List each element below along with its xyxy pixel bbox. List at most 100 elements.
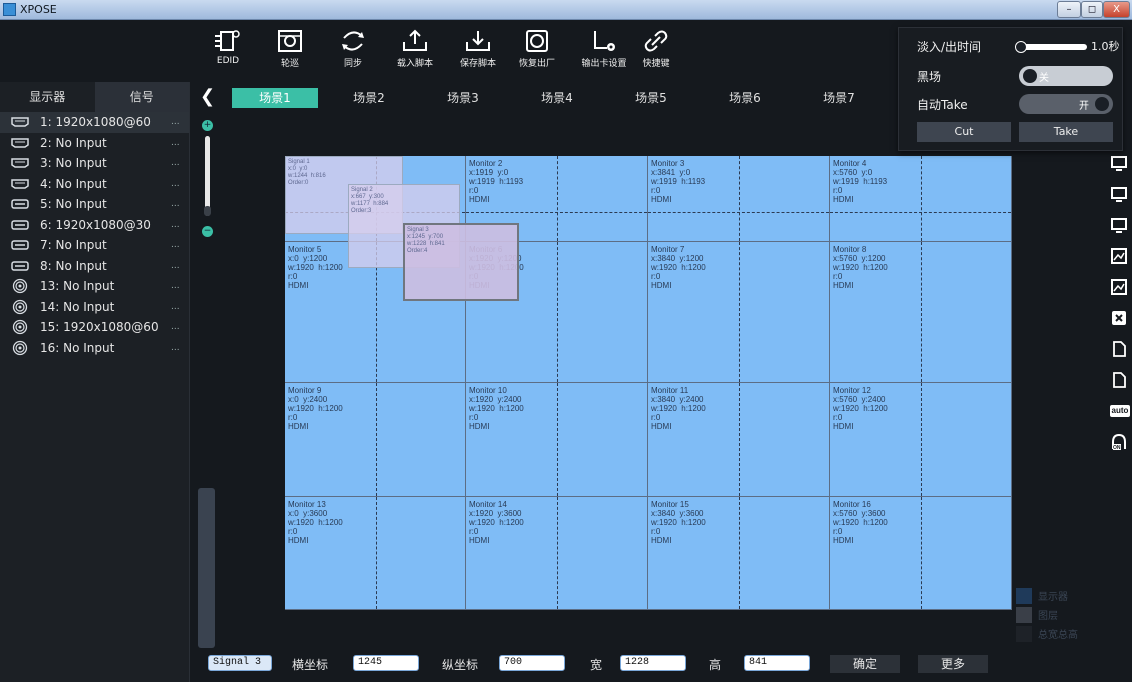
output-card-settings-button[interactable]: 输出卡设置	[574, 28, 634, 76]
signal-list-item[interactable]: 8: No Input...	[0, 256, 189, 277]
hotkey-button[interactable]: 快捷键	[626, 28, 686, 76]
zoom-slider-handle[interactable]	[204, 206, 211, 216]
tab-display[interactable]: 显示器	[0, 82, 95, 112]
signal-window[interactable]: Signal 3 x:1245 y:700 w:1228 h:841 Order:4	[403, 223, 519, 301]
signal-more-button[interactable]: ...	[171, 261, 189, 271]
x-input[interactable]: 1245	[353, 655, 419, 671]
signal-name-field[interactable]: Signal 3	[208, 655, 272, 671]
monitor-tile[interactable]: Monitor 10 x:1920 y:2400 w:1920 h:1200 r:0 H…	[466, 383, 648, 497]
monitor-tile[interactable]: Monitor 9 x:0 y:2400 w:1920 h:1200 r:0 HDMI	[285, 383, 466, 497]
signal-list-item[interactable]: 4: No Input...	[0, 174, 189, 195]
legend-swatch-total	[1016, 625, 1032, 642]
monitor-tile[interactable]: Monitor 16 x:5760 y:3600 w:1920 h:1200 r:0 H…	[830, 497, 1012, 610]
monitor-icon[interactable]	[1110, 216, 1128, 234]
scene-tab[interactable]: 场景5	[608, 88, 694, 108]
maximize-button[interactable]: ◻	[1081, 1, 1103, 18]
vertical-scrollbar[interactable]	[198, 488, 215, 648]
scene-tab[interactable]: 场景2	[326, 88, 412, 108]
confirm-button[interactable]: 确定	[830, 655, 900, 673]
collapse-panel-button[interactable]: ❮	[200, 86, 215, 107]
scene-tab[interactable]: 场景4	[514, 88, 600, 108]
load-script-button[interactable]: 载入脚本	[385, 28, 445, 76]
auto-take-toggle[interactable]: 开	[1019, 94, 1113, 114]
factory-reset-button[interactable]: 恢复出厂	[507, 28, 567, 76]
monitor-tile[interactable]: Monitor 15 x:3840 y:3600 w:1920 h:1200 r:0 H…	[648, 497, 830, 610]
signal-list-item[interactable]: 15: 1920x1080@60...	[0, 317, 189, 338]
signal-more-button[interactable]: ...	[171, 302, 189, 312]
monitor-tile[interactable]: Monitor 13 x:0 y:3600 w:1920 h:1200 r:0 HDMI	[285, 497, 466, 610]
fade-time-value: 1.0秒	[1091, 40, 1120, 53]
minimize-button[interactable]: –	[1057, 1, 1081, 18]
scene-tab[interactable]: 场景7	[796, 88, 882, 108]
scene-tab[interactable]: 场景3	[420, 88, 506, 108]
close-box-icon[interactable]	[1110, 309, 1128, 327]
monitor-icon[interactable]	[1110, 154, 1128, 172]
monitor-detail: w:1920 h:1200	[469, 404, 524, 413]
scene-tab[interactable]: 场景1	[232, 88, 318, 108]
monitor-tile[interactable]: Monitor 12 x:5760 y:2400 w:1920 h:1200 r:0 H…	[830, 383, 1012, 497]
close-button[interactable]: X	[1103, 1, 1130, 18]
monitor-wall-canvas[interactable]: Monitor 2 x:1919 y:0 w:1919 h:1193 r:0 HDMI M…	[285, 156, 1012, 610]
signal-list-item[interactable]: 14: No Input...	[0, 297, 189, 318]
monitor-tile[interactable]: Monitor 4 x:5760 y:0 w:1919 h:1193 r:0 HDMI	[830, 156, 1012, 242]
more-button[interactable]: 更多	[918, 655, 988, 673]
signal-list-item[interactable]: 5: No Input...	[0, 194, 189, 215]
fade-time-slider[interactable]	[1017, 44, 1087, 50]
signal-list-item[interactable]: 2: No Input...	[0, 133, 189, 154]
signal-more-button[interactable]: ...	[171, 220, 189, 230]
monitor-tile[interactable]: Monitor 7 x:3840 y:1200 w:1920 h:1200 r:0 HD…	[648, 242, 830, 383]
monitor-info: Monitor 7 x:3840 y:1200 w:1920 h:1200 r:0 HD…	[651, 245, 706, 290]
width-input[interactable]: 1228	[620, 655, 686, 671]
fade-time-slider-handle[interactable]	[1015, 41, 1027, 53]
tab-signal[interactable]: 信号	[94, 82, 189, 112]
monitor-detail: x:1919 y:0	[469, 168, 509, 177]
signal-more-button[interactable]: ...	[171, 343, 189, 353]
monitor-detail: HDMI	[651, 195, 672, 204]
on-icon[interactable]: ON	[1110, 433, 1128, 451]
signal-more-button[interactable]: ...	[171, 199, 189, 209]
zoom-slider-track[interactable]	[205, 136, 210, 216]
image-icon[interactable]	[1110, 278, 1128, 296]
signal-list-item[interactable]: 6: 1920x1080@30...	[0, 215, 189, 236]
signal-more-button[interactable]: ...	[171, 117, 189, 127]
page-icon[interactable]	[1110, 371, 1128, 389]
y-label: 纵坐标	[442, 658, 479, 672]
page-icon[interactable]	[1110, 340, 1128, 358]
monitor-icon[interactable]	[1110, 185, 1128, 203]
signal-more-button[interactable]: ...	[171, 281, 189, 291]
monitor-detail: r:0	[833, 186, 843, 195]
signal-more-button[interactable]: ...	[171, 158, 189, 168]
signal-list-item[interactable]: 16: No Input...	[0, 338, 189, 359]
monitor-name: Monitor 13	[288, 500, 326, 509]
save-script-button[interactable]: 保存脚本	[448, 28, 508, 76]
auto-icon[interactable]: auto	[1110, 402, 1130, 420]
signal-list-item[interactable]: 13: No Input...	[0, 276, 189, 297]
monitor-tile[interactable]: Monitor 14 x:1920 y:3600 w:1920 h:1200 r:0 H…	[466, 497, 648, 610]
zoom-out-button[interactable]: −	[202, 226, 213, 237]
height-input[interactable]: 841	[744, 655, 810, 671]
signal-more-button[interactable]: ...	[171, 322, 189, 332]
cut-button[interactable]: Cut	[917, 122, 1011, 142]
monitor-name: Monitor 2	[469, 159, 503, 168]
image-icon[interactable]	[1110, 247, 1128, 265]
monitor-tile[interactable]: Monitor 3 x:3841 y:0 w:1919 h:1193 r:0 HDMI	[648, 156, 830, 242]
y-input[interactable]: 700	[499, 655, 565, 671]
take-button[interactable]: Take	[1019, 122, 1113, 142]
signal-list-item[interactable]: 7: No Input...	[0, 235, 189, 256]
monitor-detail: w:1920 h:1200	[833, 518, 888, 527]
sync-button[interactable]: 同步	[323, 28, 383, 76]
signal-list-item[interactable]: 3: No Input...	[0, 153, 189, 174]
monitor-tile[interactable]: Monitor 11 x:3840 y:2400 w:1920 h:1200 r:0 H…	[648, 383, 830, 497]
zoom-in-button[interactable]: +	[202, 120, 213, 131]
black-screen-toggle[interactable]: 关	[1019, 66, 1113, 86]
tour-button[interactable]: 轮巡	[260, 28, 320, 76]
scene-tab[interactable]: 场景6	[702, 88, 788, 108]
signal-more-button[interactable]: ...	[171, 179, 189, 189]
monitor-detail: HDMI	[651, 281, 672, 290]
signal-list-item[interactable]: 1: 1920x1080@60...	[0, 112, 189, 133]
monitor-tile[interactable]: Monitor 8 x:5760 y:1200 w:1920 h:1200 r:0 HD…	[830, 242, 1012, 383]
signal-more-button[interactable]: ...	[171, 138, 189, 148]
tour-label: 轮巡	[280, 59, 299, 69]
signal-more-button[interactable]: ...	[171, 240, 189, 250]
edid-button[interactable]: EDID	[198, 28, 258, 76]
